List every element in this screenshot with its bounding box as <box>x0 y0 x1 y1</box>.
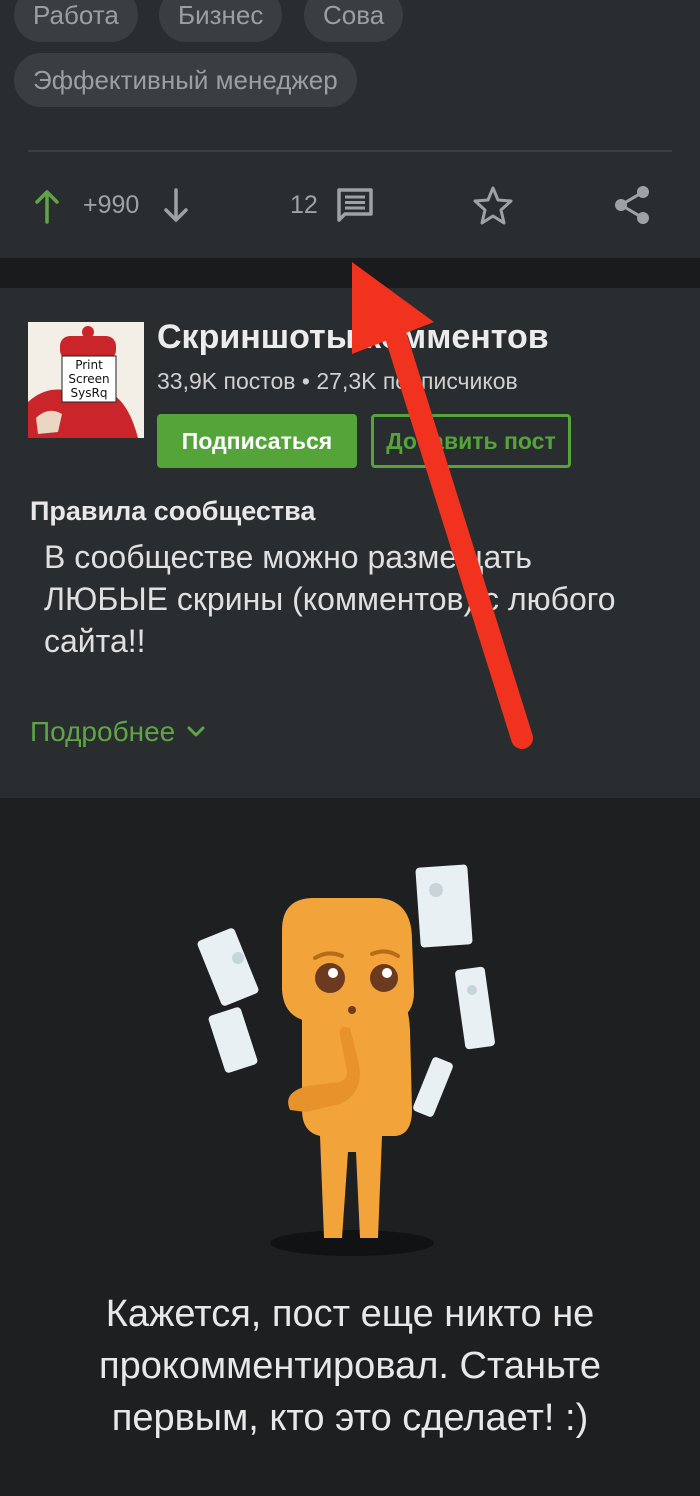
upvote-button[interactable] <box>33 186 61 226</box>
downvote-button[interactable] <box>162 186 190 226</box>
share-button[interactable] <box>612 184 652 226</box>
empty-state-illustration <box>197 864 495 1256</box>
community-stats: 33,9K постов • 27,3K подписчиков <box>157 368 518 394</box>
comments-button[interactable] <box>335 186 375 226</box>
avatar-text-screen: Screen <box>68 372 109 386</box>
tag-biznes[interactable]: Бизнес <box>159 0 283 42</box>
tag-sova[interactable]: Сова <box>304 0 404 42</box>
section-separator <box>0 258 700 288</box>
divider <box>28 150 672 152</box>
post-card: Работа Бизнес Сова Эффективный менеджер … <box>0 0 700 258</box>
rating-value: +990 <box>83 191 140 219</box>
subscribe-button[interactable]: Подписаться <box>157 414 357 468</box>
tag-effective-manager[interactable]: Эффективный менеджер <box>14 53 357 107</box>
star-icon <box>473 186 513 225</box>
rules-title: Правила сообщества <box>30 496 316 526</box>
rules-text: В сообществе можно размещать ЛЮБЫЕ скрин… <box>44 539 616 659</box>
tag-rabota[interactable]: Работа <box>14 0 138 42</box>
add-post-button[interactable]: Добавить пост <box>371 414 571 468</box>
community-avatar[interactable]: Print Screen SysRq <box>28 322 144 438</box>
empty-state-message: Кажется, пост еще никто не прокомментиро… <box>99 1293 601 1439</box>
arrow-up-icon <box>35 190 59 224</box>
favorite-button[interactable] <box>472 184 514 226</box>
more-link[interactable]: Подробнее <box>30 716 207 748</box>
comments-count: 12 <box>290 191 318 219</box>
community-title[interactable]: Скриншоты комментов <box>157 318 549 357</box>
avatar-text-print: Print <box>75 358 103 372</box>
comment-icon <box>337 188 373 222</box>
avatar-text-sysrq: SysRq <box>71 386 108 400</box>
more-label: Подробнее <box>30 716 176 747</box>
share-icon <box>615 186 649 224</box>
arrow-down-icon <box>164 188 188 222</box>
chevron-down-icon <box>187 726 205 737</box>
avatar-image: Print Screen SysRq <box>28 322 144 438</box>
